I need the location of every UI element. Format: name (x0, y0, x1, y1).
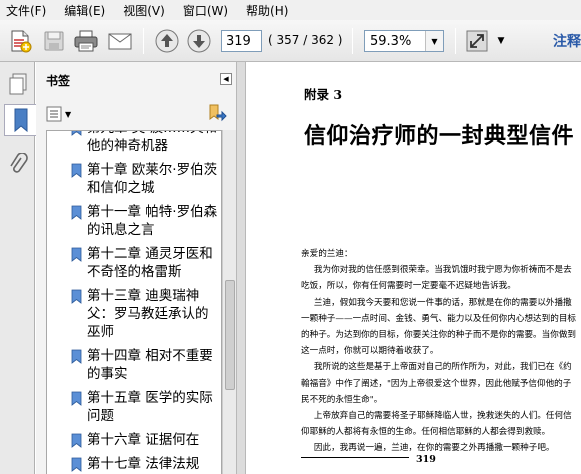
panel-header: 书签 ◀ (36, 62, 236, 98)
toolbar-separator (455, 28, 456, 54)
bookmark-item[interactable]: 第十章 欧莱尔·罗伯茨和信仰之城 (47, 161, 221, 197)
attachments-panel-button[interactable] (3, 150, 33, 182)
letter-paragraph: 我为你对我的信任感到很荣幸。当我饥饿时我宁愿为你祈祷而不是去吃饭，所以，你有任何… (301, 265, 572, 292)
bookmark-icon (71, 289, 82, 304)
bookmark-options-button[interactable]: ▼ (46, 104, 76, 124)
expand-bookmark-icon (209, 104, 227, 122)
arrow-up-icon (155, 29, 179, 53)
chevron-down-icon: ▼ (65, 109, 72, 119)
bookmark-label: 第十六章 证据何在 (87, 432, 200, 448)
panel-splitter[interactable] (236, 62, 246, 474)
appendix-label: 附录 3 (304, 87, 343, 102)
bookmark-icon (71, 349, 82, 364)
email-button[interactable] (106, 27, 134, 55)
letter-salutation: 亲爱的兰迪： (301, 249, 353, 259)
bookmark-list: 第九章 奥·波……夫和他的神奇机器 第十章 欧莱尔·罗伯茨和信仰之城 第十一章 … (47, 131, 221, 474)
bookmark-label: 第十四章 相对不重要的事实 (87, 348, 213, 382)
chevron-down-icon: ▼ (497, 36, 505, 46)
bookmark-label: 第九章 奥·波……夫和他的神奇机器 (87, 131, 217, 154)
page-footer-number: 319 (416, 454, 436, 465)
full-screen-button[interactable] (463, 27, 491, 55)
bookmark-icon (71, 457, 82, 472)
expand-icon (466, 30, 488, 52)
bookmark-label: 第十二章 通灵牙医和不奇怪的格雷斯 (87, 246, 213, 280)
pages-panel-button[interactable] (3, 68, 33, 100)
panel-toolbar: ▼ (36, 98, 236, 130)
bookmark-icon (71, 247, 82, 262)
chevron-left-icon: ◀ (223, 75, 229, 83)
bookmarks-panel: 书签 ◀ ▼ 第九章 奥·波……夫和他的神奇机器 (36, 62, 236, 474)
envelope-icon (108, 33, 132, 50)
paperclip-icon (10, 153, 28, 173)
menu-window[interactable]: 窗口(W) (181, 1, 230, 20)
previous-page-button[interactable] (153, 27, 181, 55)
document-title: 信仰治疗师的一封典型信件 (304, 123, 575, 149)
menu-edit[interactable]: 编辑(E) (62, 1, 107, 20)
zoom-input[interactable] (365, 31, 425, 51)
bookmark-scrollbar[interactable] (222, 130, 236, 474)
zoom-dropdown-button[interactable]: ▼ (425, 31, 443, 51)
page-count: ( 357 / 362 ) (268, 33, 343, 47)
toolbar: ( 357 / 362 ) ▼ ▼ 注释 (0, 20, 581, 62)
scrollbar-thumb[interactable] (225, 280, 235, 390)
bookmark-item[interactable]: 第十六章 证据何在 (47, 431, 221, 449)
bookmark-item[interactable]: 第十七章 法律法规 (47, 455, 221, 473)
bookmark-icon (71, 205, 82, 220)
save-icon (44, 31, 64, 51)
document-view[interactable]: 附录 3 信仰治疗师的一封典型信件 亲爱的兰迪： 我为你对我的信任感到很荣幸。当… (246, 62, 581, 474)
print-button[interactable] (72, 27, 100, 55)
arrow-down-icon (187, 29, 211, 53)
options-list-icon (46, 106, 62, 122)
collapse-panel-button[interactable]: ◀ (220, 73, 232, 85)
toolbar-options-button[interactable]: ▼ (494, 27, 508, 55)
navigation-rail (0, 62, 36, 474)
chevron-down-icon: ▼ (431, 36, 438, 46)
footer-rule (301, 457, 409, 458)
menu-help[interactable]: 帮助(H) (244, 1, 290, 20)
save-button[interactable] (40, 27, 68, 55)
bookmark-icon (71, 391, 82, 406)
create-pdf-button[interactable] (6, 27, 34, 55)
letter-paragraph: 兰迪，假如我今天要和您说一件事的话，那就是在你的需要以外播撒一颗种子——一点时间… (301, 297, 577, 357)
bookmarks-panel-button[interactable] (4, 104, 36, 136)
bookmark-icon (14, 108, 27, 133)
bookmark-tree: 第九章 奥·波……夫和他的神奇机器 第十章 欧莱尔·罗伯茨和信仰之城 第十一章 … (46, 130, 222, 474)
bookmark-item[interactable]: 第十一章 帕特·罗伯森的讯息之言 (47, 203, 221, 239)
letter-paragraph: 因此，我再说一遍，兰迪，在你的需要之外再播撒一颗种子吧。 (313, 443, 555, 454)
bookmark-item[interactable]: 第十二章 通灵牙医和不奇怪的格雷斯 (47, 245, 221, 281)
menu-bar: 文件(F) 编辑(E) 视图(V) 窗口(W) 帮助(H) (0, 0, 581, 20)
menu-file[interactable]: 文件(F) (4, 1, 48, 20)
comment-button[interactable]: 注释 (553, 31, 581, 51)
bookmark-icon (71, 163, 82, 178)
bookmark-label: 第十三章 迪奥瑞神父：罗马教廷承认的巫师 (87, 288, 209, 340)
bookmark-label: 第十七章 法律法规 (87, 456, 200, 472)
create-pdf-icon (11, 30, 32, 53)
toolbar-separator (352, 28, 353, 54)
bookmark-item[interactable]: 第十五章 医学的实际问题 (47, 389, 221, 425)
letter-paragraph: 我所说的这些是基于上帝面对自己的所作所为，对此，我们已在《约翰福音》中作了阐述，… (301, 362, 572, 405)
bookmark-icon (71, 131, 82, 136)
panel-title: 书签 (46, 73, 71, 88)
menu-view[interactable]: 视图(V) (121, 1, 167, 20)
next-page-button[interactable] (185, 27, 213, 55)
pages-icon (9, 73, 27, 95)
letter-body: 亲爱的兰迪： 我为你对我的信任感到很荣幸。当我饥饿时我宁愿为你祈祷而不是去吃饭，… (301, 246, 579, 457)
bookmark-icon (71, 433, 82, 448)
page-number-input[interactable] (221, 30, 262, 52)
bookmark-label: 第十章 欧莱尔·罗伯茨和信仰之城 (87, 162, 218, 196)
toolbar-separator (143, 28, 144, 54)
bookmark-item[interactable]: 第十四章 相对不重要的事实 (47, 347, 221, 383)
bookmark-label: 第十一章 帕特·罗伯森的讯息之言 (87, 204, 218, 238)
bookmark-item[interactable]: 第九章 奥·波……夫和他的神奇机器 (47, 131, 221, 155)
expand-bookmark-button[interactable] (204, 102, 228, 126)
bookmark-label: 第十五章 医学的实际问题 (87, 390, 213, 424)
zoom-select[interactable]: ▼ (364, 30, 444, 52)
letter-paragraph: 上帝放弃自己的需要将圣子耶稣降临人世，挽救迷失的人们。任何信仰耶稣的人都将有永恒… (301, 411, 572, 438)
bookmark-item[interactable]: 第十三章 迪奥瑞神父：罗马教廷承认的巫师 (47, 287, 221, 341)
printer-icon (74, 30, 98, 52)
